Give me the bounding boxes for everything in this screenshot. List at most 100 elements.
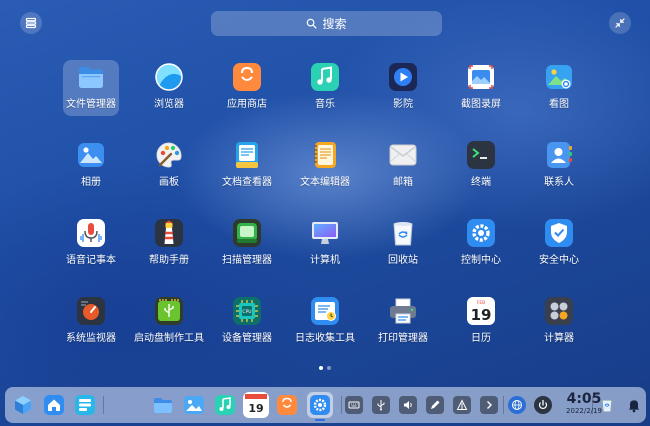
- app-launcher-item-calendar[interactable]: FEB 19 日历: [442, 292, 520, 370]
- app-label: 计算器: [544, 333, 574, 344]
- collapse-icon: [615, 18, 625, 28]
- calendar-day: 19: [471, 306, 492, 324]
- network-icon: [456, 399, 468, 410]
- app-launcher-item-voice-note[interactable]: 语音记事本: [52, 214, 130, 292]
- tray-usb[interactable]: [372, 396, 390, 414]
- image-viewer-icon: [544, 62, 574, 92]
- computer-monitor-icon: [310, 218, 340, 248]
- app-launcher-item-play[interactable]: 影院: [364, 58, 442, 136]
- gear-icon: [466, 218, 496, 248]
- app-launcher-item-image-viewer[interactable]: 看图: [520, 58, 598, 136]
- app-label: 看图: [549, 99, 569, 110]
- page-dot[interactable]: [319, 366, 323, 370]
- trash-icon: [601, 400, 613, 412]
- log-collector-icon: [310, 296, 340, 326]
- multitask-view-button[interactable]: [10, 392, 36, 418]
- app-label: 影院: [393, 99, 413, 110]
- trash-icon: [388, 218, 418, 248]
- notification-button[interactable]: [625, 396, 643, 414]
- voice-note-icon: [76, 218, 106, 248]
- dock-calendar-day: 19: [248, 402, 263, 415]
- app-launcher-item-store-bag[interactable]: 应用商店: [208, 58, 286, 136]
- list-view-icon: [25, 17, 37, 29]
- app-launcher-item-shield[interactable]: 安全中心: [520, 214, 598, 292]
- app-launcher-item-usb-drive[interactable]: 启动盘制作工具: [130, 292, 208, 370]
- tray-network[interactable]: [453, 396, 471, 414]
- tray-expand[interactable]: [480, 396, 498, 414]
- app-launcher-item-calculator[interactable]: 计算器: [520, 292, 598, 370]
- dock-app-music[interactable]: [212, 392, 238, 418]
- app-launcher-item-contacts[interactable]: 联系人: [520, 136, 598, 214]
- app-label: 文本编辑器: [300, 177, 350, 188]
- app-label: 启动盘制作工具: [134, 333, 204, 344]
- app-launcher-item-photo-album[interactable]: 相册: [52, 136, 130, 214]
- app-grid: 文件管理器 浏览器 应用商店 音乐 影院 截图录屏 看图相册 画板 文档查看器 文本编辑器 邮箱 终端…: [52, 58, 598, 370]
- lighthouse-icon: [154, 218, 184, 248]
- app-launcher-item-trash[interactable]: 回收站: [364, 214, 442, 292]
- usb-drive-icon: [154, 296, 184, 326]
- dock-app-control-center[interactable]: [307, 392, 333, 418]
- app-launcher-item-palette[interactable]: 画板: [130, 136, 208, 214]
- scanner-icon: [232, 218, 262, 248]
- usb-icon: [377, 400, 385, 411]
- dock-app-file-manager[interactable]: [150, 392, 176, 418]
- app-launcher-item-terminal[interactable]: 终端: [442, 136, 520, 214]
- app-label: 相册: [81, 177, 101, 188]
- keyboard-icon: [348, 401, 360, 409]
- app-launcher-item-computer-monitor[interactable]: 计算机: [286, 214, 364, 292]
- app-launcher-item-log-collector[interactable]: 日志收集工具: [286, 292, 364, 370]
- system-monitor-icon: [76, 296, 106, 326]
- calendar-icon: FEB 19: [466, 296, 496, 326]
- dock-separator: [592, 396, 593, 414]
- app-label: 文档查看器: [222, 177, 272, 188]
- search-input[interactable]: 搜索: [211, 11, 442, 36]
- tray-browser[interactable]: [508, 396, 526, 414]
- page-dot[interactable]: [327, 366, 331, 370]
- photo-album-icon: [76, 140, 106, 170]
- tray-pen[interactable]: [426, 396, 444, 414]
- shield-icon: [544, 218, 574, 248]
- app-launcher-item-lighthouse[interactable]: 帮助手册: [130, 214, 208, 292]
- play-icon: [388, 62, 418, 92]
- globe-icon: [512, 400, 522, 410]
- app-launcher-item-document-viewer[interactable]: 文档查看器: [208, 136, 286, 214]
- exit-fullscreen-button[interactable]: [609, 12, 631, 34]
- dock: 19 4:05 2022/2/19: [5, 387, 646, 423]
- app-launcher-item-gear[interactable]: 控制中心: [442, 214, 520, 292]
- volume-icon: [404, 401, 412, 409]
- home-button[interactable]: [41, 392, 67, 418]
- app-launcher-item-system-monitor[interactable]: 系统监视器: [52, 292, 130, 370]
- app-label: 打印管理器: [378, 333, 428, 344]
- app-launcher-item-printer[interactable]: 打印管理器: [364, 292, 442, 370]
- dock-app-image-viewer[interactable]: [181, 392, 207, 418]
- list-view-button[interactable]: [20, 12, 42, 34]
- search-icon: [307, 18, 318, 29]
- store-bag-icon: [277, 395, 297, 415]
- tray-keyboard[interactable]: [345, 396, 363, 414]
- app-launcher-item-chip[interactable]: CPU 设备管理器: [208, 292, 286, 370]
- calendar-icon: 19: [245, 394, 267, 415]
- terminal-icon: [466, 140, 496, 170]
- tray-volume[interactable]: [399, 396, 417, 414]
- power-icon: [538, 399, 548, 409]
- chevron-right-icon: [487, 401, 492, 409]
- folder-icon: [154, 398, 172, 413]
- dock-app-store[interactable]: [274, 392, 300, 418]
- dock-app-calendar[interactable]: 19: [243, 392, 269, 418]
- app-launcher-item-mail-envelope[interactable]: 邮箱: [364, 136, 442, 214]
- power-button[interactable]: [534, 396, 552, 414]
- app-launcher-item-notebook[interactable]: 文本编辑器: [286, 136, 364, 214]
- app-launcher-item-music-note[interactable]: 音乐: [286, 58, 364, 136]
- app-launcher-item-scanner[interactable]: 扫描管理器: [208, 214, 286, 292]
- launcher-button[interactable]: [72, 392, 98, 418]
- document-viewer-icon: [232, 140, 262, 170]
- app-label: 扫描管理器: [222, 255, 272, 266]
- home-icon: [44, 395, 64, 415]
- gear-icon: [310, 395, 330, 415]
- screenshot-icon: [466, 62, 496, 92]
- dock-trash[interactable]: [598, 396, 616, 414]
- active-app-indicator: [315, 419, 325, 421]
- app-launcher-item-screenshot[interactable]: 截图录屏: [442, 58, 520, 136]
- app-launcher-item-folder[interactable]: 文件管理器: [63, 60, 119, 116]
- app-launcher-item-browser[interactable]: 浏览器: [130, 58, 208, 136]
